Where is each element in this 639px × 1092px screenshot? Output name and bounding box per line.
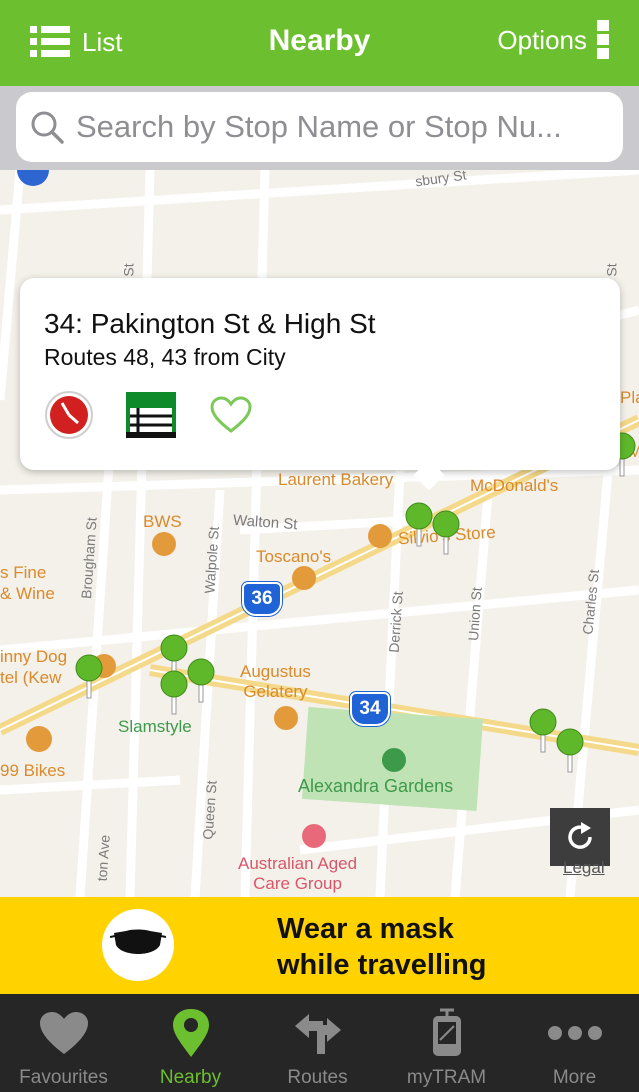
poi-kew: inny Dog tel (Kew xyxy=(0,647,68,687)
top-bar: List Nearby Options xyxy=(0,0,639,86)
options-button[interactable]: Options xyxy=(497,20,609,60)
stop-routes: Routes 48, 43 from City xyxy=(44,344,286,370)
tram-stop-pin[interactable] xyxy=(160,670,188,716)
poi-australian-aged-care: Australian Aged Care Group xyxy=(238,854,358,893)
banner-message: Wear a mask while travelling xyxy=(277,911,487,983)
clock-icon[interactable] xyxy=(44,390,94,440)
poi-fine-wine: s Fine & Wine xyxy=(0,563,55,603)
location-pin-icon xyxy=(127,1008,254,1058)
street-label-top: St xyxy=(120,263,137,277)
search-input[interactable]: Search by Stop Name or Stop Nu... xyxy=(16,92,623,162)
tram-stop-pin[interactable] xyxy=(529,708,557,754)
map-view[interactable]: sbury St St St Laurent Bakery McDonald's… xyxy=(0,170,639,897)
poi-slamstyle: Slamstyle xyxy=(118,717,192,736)
street-label-right: St xyxy=(603,263,620,277)
tab-label: Routes xyxy=(287,1067,348,1088)
tram-stop-pin[interactable] xyxy=(405,502,433,548)
medical-icon xyxy=(302,824,326,848)
routes-icon xyxy=(254,1008,381,1058)
tram-stop-pin[interactable] xyxy=(187,658,215,704)
refresh-icon xyxy=(568,822,592,849)
tab-label: Nearby xyxy=(159,1067,222,1088)
route-shield-34: 34 xyxy=(350,692,390,726)
park-tree-icon xyxy=(382,748,406,772)
poi-augustus-gelatery: Augustus Gelatery xyxy=(240,662,311,701)
tab-mytram[interactable]: myTRAM xyxy=(383,994,510,1092)
poi-laurent-bakery: Laurent Bakery xyxy=(278,470,394,489)
poi-mcdonalds: McDonald's xyxy=(470,476,559,495)
poi-bws: BWS xyxy=(143,512,182,531)
poi-toscanos: Toscano's xyxy=(256,547,332,566)
face-mask-icon xyxy=(102,909,174,981)
tab-label: myTRAM xyxy=(406,1067,487,1088)
route-shield-36: 36 xyxy=(242,582,282,616)
tab-label: Favourites xyxy=(19,1067,108,1088)
options-icon xyxy=(597,20,609,59)
favourite-heart-icon[interactable] xyxy=(210,396,252,434)
stop-title: 34: Pakington St & High St xyxy=(44,308,376,339)
tram-stop-pin[interactable] xyxy=(75,654,103,700)
poi-pla: Pla xyxy=(620,388,639,407)
poi-alexandra-gardens: Alexandra Gardens xyxy=(298,776,454,796)
poi-99-bikes: 99 Bikes xyxy=(0,761,66,780)
timetable-icon[interactable] xyxy=(126,392,176,438)
tram-stop-pin[interactable] xyxy=(432,510,460,556)
liquor-store-icon xyxy=(152,532,176,556)
shopping-cart-icon xyxy=(292,566,316,590)
tab-bar: Favourites Nearby Routes myTRAM More xyxy=(0,994,639,1092)
tab-nearby[interactable]: Nearby xyxy=(127,994,254,1092)
banner-line-1: Wear a mask xyxy=(277,913,454,945)
stop-callout[interactable]: 34: Pakington St & High St Routes 48, 43… xyxy=(20,278,620,491)
legal-link[interactable]: Legal xyxy=(563,858,605,878)
mask-banner[interactable]: Wear a mask while travelling xyxy=(0,897,639,994)
ice-cream-icon xyxy=(274,706,298,730)
search-placeholder: Search by Stop Name or Stop Nu... xyxy=(76,109,562,144)
options-label: Options xyxy=(497,24,587,55)
tab-routes[interactable]: Routes xyxy=(254,994,381,1092)
tab-favourites[interactable]: Favourites xyxy=(0,994,127,1092)
shopping-bag-icon xyxy=(368,524,392,548)
tab-more[interactable]: More xyxy=(511,994,638,1092)
tram-stop-pin[interactable] xyxy=(556,728,584,774)
search-bar: Search by Stop Name or Stop Nu... xyxy=(0,86,639,170)
more-icon xyxy=(511,1008,638,1058)
bicycle-icon xyxy=(26,726,52,752)
heart-icon xyxy=(0,1008,127,1058)
tram-icon xyxy=(383,1008,510,1058)
street-label-ton-ave: ton Ave xyxy=(93,834,113,882)
banner-line-2: while travelling xyxy=(277,949,487,981)
search-icon xyxy=(31,111,64,144)
tab-label: More xyxy=(552,1067,597,1088)
